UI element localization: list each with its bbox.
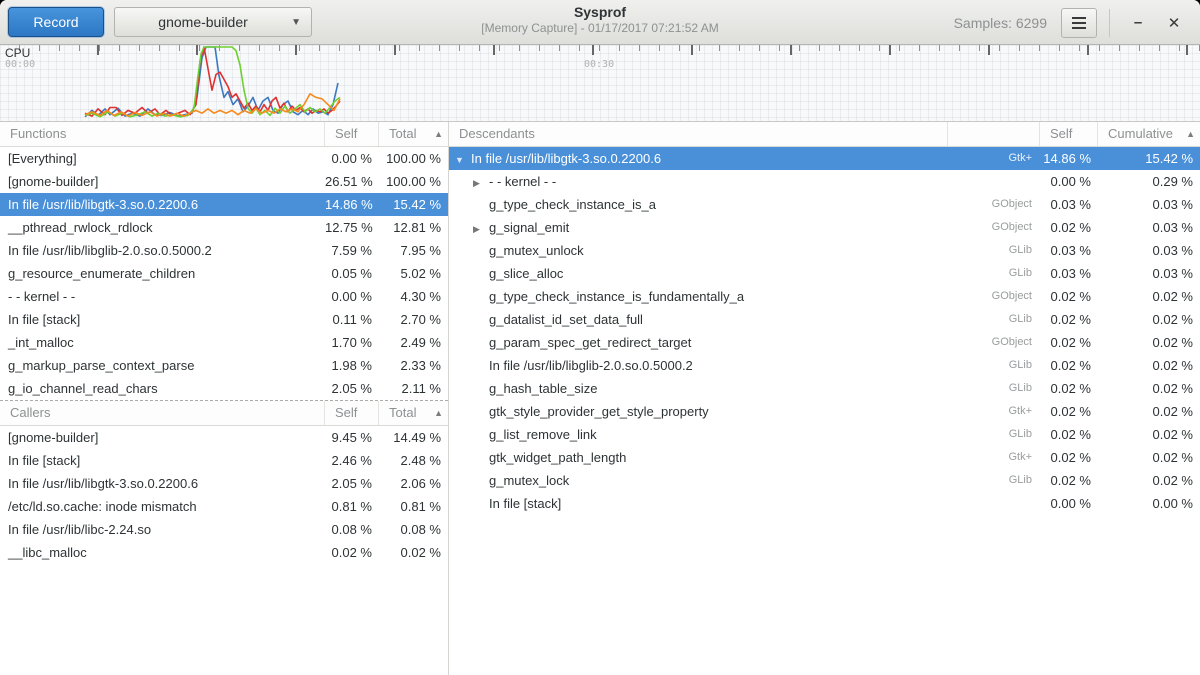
descendant-row[interactable]: In file /usr/lib/libglib-2.0.so.0.5000.2… bbox=[449, 354, 1200, 377]
descendant-row[interactable]: g_param_spec_get_redirect_targetGObject0… bbox=[449, 331, 1200, 354]
process-selector-dropdown[interactable]: gnome-builder ▼ bbox=[114, 7, 312, 37]
library-badge: GLib bbox=[948, 423, 1040, 446]
function-row[interactable]: g_markup_parse_context_parse1.98 %2.33 % bbox=[0, 354, 448, 377]
close-button[interactable]: ✕ bbox=[1156, 5, 1192, 41]
callers-table-header: Callers Self ▲ Total bbox=[0, 401, 448, 426]
descendant-row[interactable]: ▼In file /usr/lib/libgtk-3.so.0.2200.6Gt… bbox=[449, 147, 1200, 170]
functions-self-column-header[interactable]: Self bbox=[325, 122, 379, 146]
callers-table-body: [gnome-builder]9.45 %14.49 %In file [sta… bbox=[0, 426, 448, 564]
function-row[interactable]: In file /usr/lib/libgtk-3.so.0.2200.614.… bbox=[0, 193, 448, 216]
function-row[interactable]: g_resource_enumerate_children0.05 %5.02 … bbox=[0, 262, 448, 285]
descendant-row[interactable]: g_mutex_lockGLib0.02 %0.02 % bbox=[449, 469, 1200, 492]
time-label-start: 00:00 bbox=[5, 59, 35, 70]
descendant-row[interactable]: g_list_remove_linkGLib0.02 %0.02 % bbox=[449, 423, 1200, 446]
descendants-badge-column bbox=[948, 122, 1040, 146]
functions-total-column-header[interactable]: ▲ Total bbox=[379, 122, 448, 146]
library-badge: Gtk+ bbox=[948, 446, 1040, 469]
left-pane: Functions Self ▲ Total [Everything]0.00 … bbox=[0, 122, 448, 675]
functions-table-body: [Everything]0.00 %100.00 %[gnome-builder… bbox=[0, 147, 448, 400]
descendant-row[interactable]: g_type_check_instance_is_aGObject0.03 %0… bbox=[449, 193, 1200, 216]
callers-self-column-header[interactable]: Self bbox=[325, 401, 379, 425]
function-row[interactable]: In file /usr/lib/libglib-2.0.so.0.5000.2… bbox=[0, 239, 448, 262]
library-badge: GObject bbox=[948, 331, 1040, 354]
descendant-row[interactable]: ▶g_signal_emitGObject0.02 %0.03 % bbox=[449, 216, 1200, 239]
library-badge: GLib bbox=[948, 239, 1040, 262]
cpu0-line bbox=[85, 47, 338, 117]
caller-row[interactable]: [gnome-builder]9.45 %14.49 % bbox=[0, 426, 448, 449]
cpu3-line bbox=[85, 94, 340, 116]
cpu-graph[interactable]: CPU 00:00 00:30 bbox=[0, 45, 1200, 122]
header-separator bbox=[1109, 9, 1110, 37]
expander-open-icon[interactable]: ▼ bbox=[455, 149, 471, 170]
function-row[interactable]: - - kernel - -0.00 %4.30 % bbox=[0, 285, 448, 308]
descendants-cumulative-column-header[interactable]: ▲ Cumulative bbox=[1098, 122, 1200, 146]
expander-closed-icon[interactable]: ▶ bbox=[473, 218, 489, 239]
sysprof-window: Record gnome-builder ▼ Sysprof [Memory C… bbox=[0, 0, 1200, 675]
functions-column-header[interactable]: Functions bbox=[0, 122, 325, 146]
descendants-self-column-header[interactable]: Self bbox=[1040, 122, 1098, 146]
caller-row[interactable]: In file /usr/lib/libc-2.24.so0.08 %0.08 … bbox=[0, 518, 448, 541]
function-row[interactable]: _int_malloc1.70 %2.49 % bbox=[0, 331, 448, 354]
headerbar: Record gnome-builder ▼ Sysprof [Memory C… bbox=[0, 0, 1200, 45]
descendant-row[interactable]: gtk_style_provider_get_style_propertyGtk… bbox=[449, 400, 1200, 423]
function-row[interactable]: [gnome-builder]26.51 %100.00 % bbox=[0, 170, 448, 193]
function-row[interactable]: In file [stack]0.11 %2.70 % bbox=[0, 308, 448, 331]
descendants-column-header[interactable]: Descendants bbox=[449, 122, 948, 146]
library-badge: Gtk+ bbox=[948, 400, 1040, 423]
callers-total-column-header[interactable]: ▲ Total bbox=[379, 401, 448, 425]
library-badge: GLib bbox=[948, 354, 1040, 377]
descendant-row[interactable]: g_mutex_unlockGLib0.03 %0.03 % bbox=[449, 239, 1200, 262]
library-badge: GObject bbox=[948, 193, 1040, 216]
caller-row[interactable]: In file /usr/lib/libgtk-3.so.0.2200.62.0… bbox=[0, 472, 448, 495]
function-row[interactable]: __pthread_rwlock_rdlock12.75 %12.81 % bbox=[0, 216, 448, 239]
main-content: Functions Self ▲ Total [Everything]0.00 … bbox=[0, 122, 1200, 675]
functions-table-header: Functions Self ▲ Total bbox=[0, 122, 448, 147]
right-pane: Descendants Self ▲ Cumulative ▼In file /… bbox=[449, 122, 1200, 675]
callers-column-header[interactable]: Callers bbox=[0, 401, 325, 425]
library-badge: GLib bbox=[948, 308, 1040, 331]
samples-count: Samples: 6299 bbox=[954, 15, 1047, 31]
descendant-row[interactable]: g_datalist_id_set_data_fullGLib0.02 %0.0… bbox=[449, 308, 1200, 331]
caller-row[interactable]: In file [stack]2.46 %2.48 % bbox=[0, 449, 448, 472]
descendant-row[interactable]: g_slice_allocGLib0.03 %0.03 % bbox=[449, 262, 1200, 285]
descendants-table-body: ▼In file /usr/lib/libgtk-3.so.0.2200.6Gt… bbox=[449, 147, 1200, 515]
descendant-row[interactable]: g_hash_table_sizeGLib0.02 %0.02 % bbox=[449, 377, 1200, 400]
sort-ascending-icon: ▲ bbox=[434, 122, 443, 146]
hamburger-icon bbox=[1072, 17, 1086, 19]
minimize-button[interactable]: – bbox=[1120, 5, 1156, 41]
library-badge bbox=[948, 492, 1040, 515]
library-badge: GObject bbox=[948, 216, 1040, 239]
chevron-down-icon: ▼ bbox=[291, 17, 301, 28]
function-row[interactable]: g_io_channel_read_chars2.05 %2.11 % bbox=[0, 377, 448, 400]
time-label-mid: 00:30 bbox=[584, 59, 614, 70]
descendant-row[interactable]: ▶- - kernel - -0.00 %0.29 % bbox=[449, 170, 1200, 193]
caller-row[interactable]: /etc/ld.so.cache: inode mismatch0.81 %0.… bbox=[0, 495, 448, 518]
library-badge: GLib bbox=[948, 469, 1040, 492]
caller-row[interactable]: __libc_malloc0.02 %0.02 % bbox=[0, 541, 448, 564]
library-badge: GLib bbox=[948, 262, 1040, 285]
library-badge: GLib bbox=[948, 377, 1040, 400]
process-selector-label: gnome-builder bbox=[115, 14, 291, 30]
descendants-table-header: Descendants Self ▲ Cumulative bbox=[449, 122, 1200, 147]
function-row[interactable]: [Everything]0.00 %100.00 % bbox=[0, 147, 448, 170]
sort-ascending-icon: ▲ bbox=[434, 401, 443, 425]
record-button[interactable]: Record bbox=[8, 7, 104, 37]
cpu-graph-label: CPU bbox=[5, 46, 30, 60]
cpu-graph-lines bbox=[0, 45, 1200, 122]
descendant-row[interactable]: gtk_widget_path_lengthGtk+0.02 %0.02 % bbox=[449, 446, 1200, 469]
library-badge: Gtk+ bbox=[948, 147, 1040, 170]
expander-closed-icon[interactable]: ▶ bbox=[473, 172, 489, 193]
descendant-row[interactable]: g_type_check_instance_is_fundamentally_a… bbox=[449, 285, 1200, 308]
library-badge: GObject bbox=[948, 285, 1040, 308]
sort-ascending-icon: ▲ bbox=[1186, 122, 1195, 146]
descendant-row[interactable]: In file [stack]0.00 %0.00 % bbox=[449, 492, 1200, 515]
library-badge bbox=[948, 170, 1040, 193]
menu-button[interactable] bbox=[1061, 8, 1097, 38]
